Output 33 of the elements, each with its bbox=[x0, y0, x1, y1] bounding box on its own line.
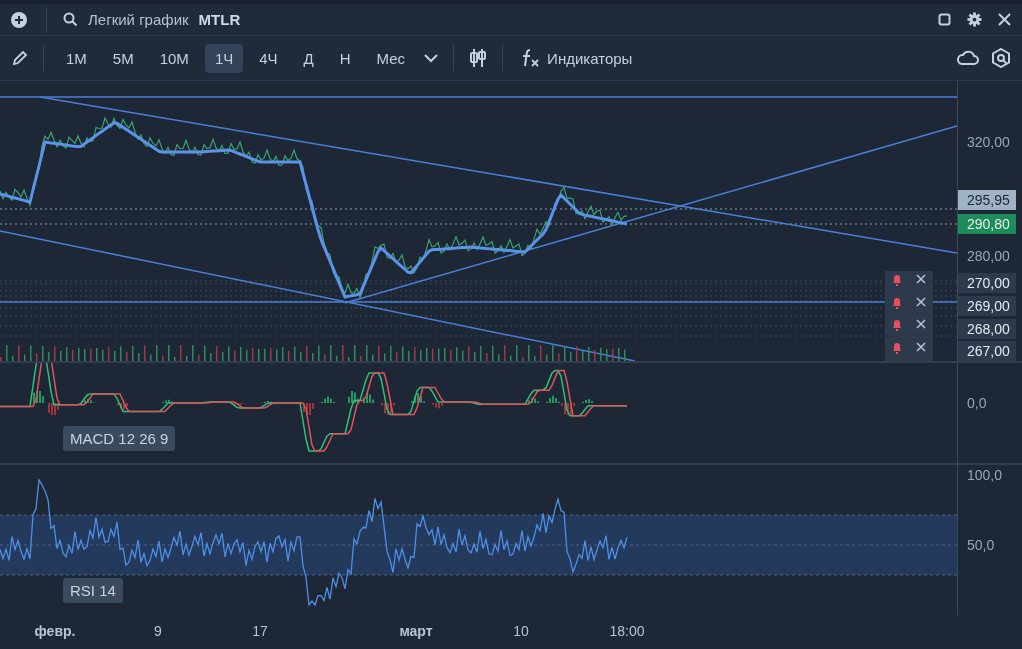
price-label: 267,00 bbox=[958, 341, 1016, 361]
price-label: 290,80 bbox=[958, 214, 1016, 234]
axis-label: 50,0 bbox=[966, 536, 996, 555]
time-label: 10 bbox=[513, 623, 529, 639]
interval-tab[interactable]: 1Ч bbox=[204, 43, 244, 73]
chart-title: Легкий график bbox=[88, 11, 189, 28]
time-label: 9 bbox=[154, 623, 162, 639]
interval-tab[interactable]: Мес bbox=[366, 43, 416, 73]
axis-label: 0,0 bbox=[966, 394, 988, 413]
price-label: 280,00 bbox=[966, 247, 1011, 266]
axis-label: 100,0 bbox=[966, 466, 1004, 485]
price-label: 295,95 bbox=[958, 190, 1016, 210]
time-label: 17 bbox=[252, 623, 268, 639]
function-icon bbox=[521, 48, 542, 68]
interval-tab[interactable]: 4Ч bbox=[249, 43, 288, 73]
macd-legend: MACD 12 26 9 bbox=[63, 426, 176, 451]
price-label: 268,00 bbox=[958, 319, 1016, 339]
price-label: 320,00 bbox=[966, 133, 1011, 152]
interval-tab[interactable]: 1M bbox=[56, 43, 97, 73]
interval-tab[interactable]: Д bbox=[293, 43, 324, 73]
price-label: 269,00 bbox=[958, 296, 1016, 316]
time-label: 18:00 bbox=[609, 623, 645, 639]
ticker-symbol: MTLR bbox=[198, 11, 241, 28]
interval-tab[interactable]: Н bbox=[329, 43, 361, 73]
price-label: 270,00 bbox=[958, 273, 1016, 293]
interval-tab[interactable]: 5M bbox=[102, 43, 144, 73]
interval-tab[interactable]: 10M bbox=[149, 43, 199, 73]
rsi-legend: RSI 14 bbox=[63, 578, 123, 603]
settings-icon[interactable] bbox=[964, 9, 985, 30]
time-label: февр. bbox=[34, 623, 76, 639]
time-label: март bbox=[399, 623, 433, 639]
search-icon bbox=[63, 12, 78, 27]
indicators-button[interactable]: Индикаторы bbox=[515, 44, 639, 72]
